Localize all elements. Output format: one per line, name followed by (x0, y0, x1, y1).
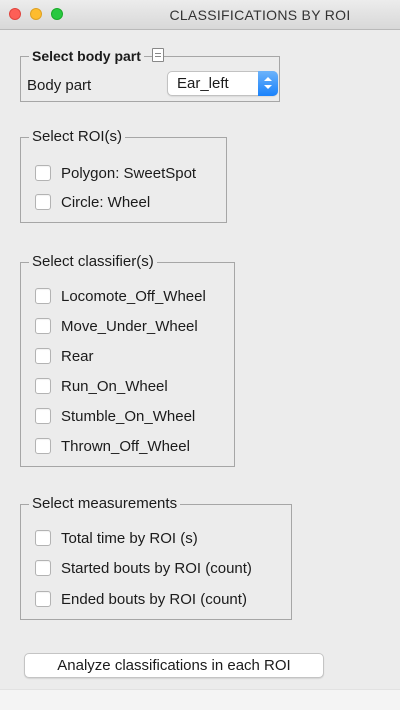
body-part-legend: Select body part (29, 46, 144, 66)
body-part-frame: Select body part Body part Ear_left (20, 46, 280, 102)
body-part-dropdown[interactable]: Ear_left (167, 71, 278, 96)
measurement-checkbox-row[interactable]: Started bouts by ROI (count) (35, 558, 252, 578)
roi-checkbox-label: Circle: Wheel (61, 193, 151, 211)
classifier-checkbox-label: Locomote_Off_Wheel (61, 287, 206, 305)
measurement-checkbox-label: Ended bouts by ROI (count) (61, 590, 247, 608)
classifier-checkbox[interactable] (35, 348, 51, 364)
classifier-frame: Select classifier(s) Locomote_Off_Wheel … (20, 252, 235, 467)
classifier-checkbox[interactable] (35, 378, 51, 394)
body-part-label: Body part (27, 77, 92, 94)
measurement-checkbox[interactable] (35, 560, 51, 576)
measurements-legend: Select measurements (29, 494, 181, 514)
measurement-checkbox-label: Total time by ROI (s) (61, 529, 198, 547)
measurement-checkbox[interactable] (35, 591, 51, 607)
document-icon[interactable] (152, 48, 164, 62)
classifier-checkbox-row[interactable]: Thrown_Off_Wheel (35, 436, 190, 456)
roi-checkbox[interactable] (35, 194, 51, 210)
roi-legend: Select ROI(s) (29, 127, 126, 147)
measurements-frame: Select measurements Total time by ROI (s… (20, 494, 292, 620)
classifier-legend: Select classifier(s) (29, 252, 157, 272)
roi-checkbox-label: Polygon: SweetSpot (61, 164, 197, 182)
classifier-checkbox-label: Stumble_On_Wheel (61, 407, 196, 425)
measurement-checkbox-row[interactable]: Total time by ROI (s) (35, 528, 198, 548)
classifier-checkbox[interactable] (35, 438, 51, 454)
measurement-checkbox[interactable] (35, 530, 51, 546)
classifier-checkbox-row[interactable]: Move_Under_Wheel (35, 316, 198, 336)
roi-checkbox[interactable] (35, 165, 51, 181)
roi-checkbox-row[interactable]: Circle: Wheel (35, 192, 150, 212)
zoom-window-button[interactable] (51, 8, 63, 20)
title-bar: CLASSIFICATIONS BY ROI (0, 0, 400, 30)
bottom-strip (0, 689, 400, 710)
classifier-checkbox-row[interactable]: Run_On_Wheel (35, 376, 168, 396)
window-title: CLASSIFICATIONS BY ROI (169, 7, 351, 23)
close-window-button[interactable] (9, 8, 21, 20)
minimize-window-button[interactable] (30, 8, 42, 20)
analyze-button[interactable]: Analyze classifications in each ROI (24, 653, 324, 678)
classifier-checkbox-label: Rear (61, 347, 94, 365)
roi-checkbox-row[interactable]: Polygon: SweetSpot (35, 163, 196, 183)
measurement-checkbox-row[interactable]: Ended bouts by ROI (count) (35, 589, 247, 609)
roi-frame: Select ROI(s) Polygon: SweetSpot Circle:… (20, 127, 227, 223)
classifier-checkbox[interactable] (35, 288, 51, 304)
dropdown-arrows-icon[interactable] (258, 71, 278, 96)
classifier-checkbox-label: Thrown_Off_Wheel (61, 437, 190, 455)
measurement-checkbox-label: Started bouts by ROI (count) (61, 559, 252, 577)
classifier-checkbox-label: Move_Under_Wheel (61, 317, 198, 335)
classifier-checkbox-row[interactable]: Rear (35, 346, 94, 366)
classifier-checkbox-row[interactable]: Locomote_Off_Wheel (35, 286, 206, 306)
classifier-checkbox-label: Run_On_Wheel (61, 377, 168, 395)
classifier-checkbox[interactable] (35, 408, 51, 424)
body-part-selected-value: Ear_left (177, 75, 229, 92)
classifier-checkbox[interactable] (35, 318, 51, 334)
classifier-checkbox-row[interactable]: Stumble_On_Wheel (35, 406, 195, 426)
